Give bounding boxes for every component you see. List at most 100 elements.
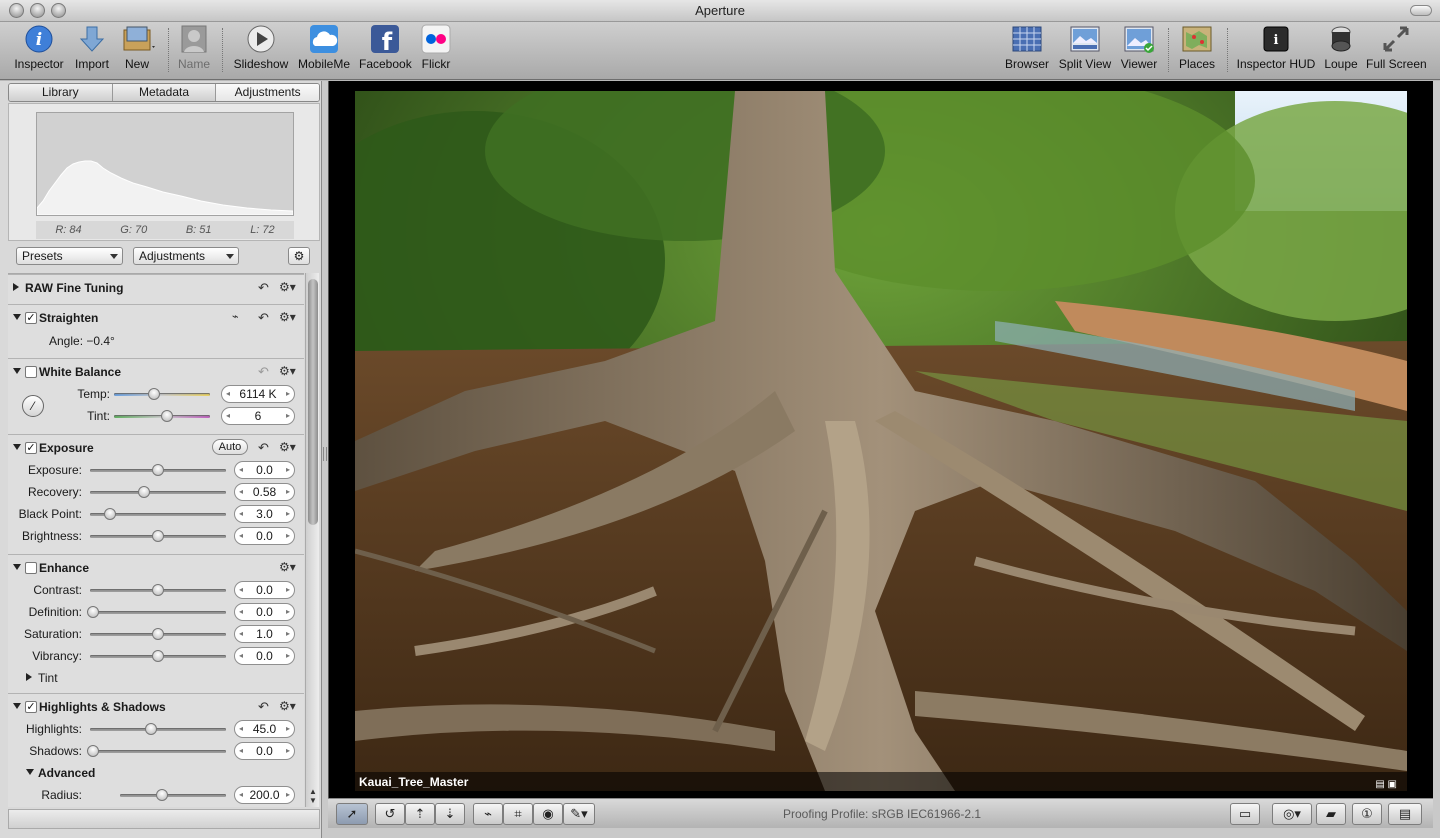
value-field[interactable]: ◂ 0.0 ▸: [234, 581, 295, 599]
inspector-button[interactable]: i Inspector: [14, 24, 64, 71]
browser-button[interactable]: Browser: [1005, 24, 1049, 71]
adjustment-slider[interactable]: [86, 606, 226, 618]
presets-popup[interactable]: Presets: [16, 247, 123, 265]
brush-tool-button[interactable]: ✎▾: [563, 803, 595, 825]
lift-tool-button[interactable]: ⇡: [405, 803, 435, 825]
disclosure-triangle-icon[interactable]: [13, 368, 21, 374]
adjustments-popup[interactable]: Adjustments: [133, 247, 239, 265]
metadata-overlay-button[interactable]: ▰: [1316, 803, 1346, 825]
adjustment-slider[interactable]: [90, 486, 226, 498]
adjustment-slider[interactable]: [90, 464, 226, 476]
adjustment-slider[interactable]: [90, 723, 226, 735]
gear-icon[interactable]: ⚙▾: [279, 310, 296, 324]
advanced-disclosure[interactable]: Advanced: [8, 762, 304, 784]
inspector-hud-button[interactable]: i Inspector HUD: [1236, 24, 1316, 71]
straighten-checkbox[interactable]: ✓: [25, 312, 37, 324]
adjustments-scrollbar[interactable]: ▲ ▼: [305, 273, 319, 807]
white-balance-checkbox[interactable]: [25, 366, 37, 378]
crop-tool-button[interactable]: ⌗: [503, 803, 533, 825]
tab-library[interactable]: Library: [9, 84, 113, 101]
temp-slider[interactable]: [114, 388, 210, 400]
filmstrip-toggle-button[interactable]: ▭: [1230, 803, 1260, 825]
tint-value-field[interactable]: ◂ 6 ▸: [221, 407, 295, 425]
scrollbar-thumb[interactable]: [308, 279, 318, 525]
value-field[interactable]: ◂ 45.0 ▸: [234, 720, 295, 738]
slider-knob[interactable]: [152, 464, 164, 476]
slider-knob[interactable]: [152, 530, 164, 542]
gear-icon[interactable]: ⚙: [288, 247, 310, 265]
revert-icon[interactable]: ↶: [258, 440, 269, 456]
slider-knob[interactable]: [138, 486, 151, 498]
value-field[interactable]: ◂ 0.0 ▸: [234, 461, 295, 479]
gear-icon[interactable]: ⚙▾: [279, 699, 296, 713]
value-field[interactable]: ◂ 1.0 ▸: [234, 625, 295, 643]
disclosure-triangle-icon[interactable]: [13, 444, 21, 450]
viewer-button[interactable]: Viewer: [1120, 24, 1158, 71]
revert-icon[interactable]: ↶: [258, 364, 269, 380]
import-button[interactable]: Import: [72, 24, 112, 71]
name-faces-button[interactable]: Name: [176, 24, 212, 71]
photo[interactable]: [355, 91, 1407, 791]
auto-exposure-button[interactable]: Auto: [212, 439, 248, 455]
image-viewer[interactable]: Kauai_Tree_Master ▤ ▣: [328, 81, 1433, 798]
adjustment-slider[interactable]: [90, 628, 226, 640]
slider-knob[interactable]: [152, 650, 164, 662]
viewer-mode-button[interactable]: ▤: [1388, 803, 1422, 825]
exposure-checkbox[interactable]: ✓: [25, 442, 37, 454]
adjustment-slider[interactable]: [90, 650, 226, 662]
flickr-button[interactable]: Flickr: [419, 24, 453, 71]
red-eye-tool-button[interactable]: ◉: [533, 803, 563, 825]
stamp-tool-button[interactable]: ⇣: [435, 803, 465, 825]
scroll-arrows-icon[interactable]: ▲ ▼: [307, 787, 319, 805]
disclosure-triangle-icon[interactable]: [13, 314, 21, 320]
disclosure-triangle-icon[interactable]: [13, 703, 21, 709]
value-field[interactable]: ◂ 3.0 ▸: [234, 505, 295, 523]
primary-only-button[interactable]: ①: [1352, 803, 1382, 825]
enhance-checkbox[interactable]: [25, 562, 37, 574]
straighten-tool-icon[interactable]: ⌁: [232, 310, 239, 323]
revert-icon[interactable]: ↶: [258, 280, 269, 296]
disclosure-triangle-icon[interactable]: [13, 283, 19, 291]
adjustment-slider[interactable]: [90, 584, 226, 596]
full-screen-button[interactable]: Full Screen: [1366, 24, 1427, 71]
revert-icon[interactable]: ↶: [258, 310, 269, 326]
slider-knob[interactable]: [86, 745, 99, 757]
slider-knob[interactable]: [152, 584, 164, 596]
revert-icon[interactable]: ↶: [258, 699, 269, 715]
highlights-shadows-checkbox[interactable]: ✓: [25, 701, 37, 713]
toolbar-toggle-button[interactable]: [1410, 5, 1432, 16]
slider-knob[interactable]: [148, 388, 161, 400]
value-field[interactable]: ◂ 0.0 ▸: [234, 742, 295, 760]
temp-value-field[interactable]: ◂ 6114 K ▸: [221, 385, 295, 403]
slider-knob[interactable]: [104, 508, 117, 520]
new-button[interactable]: New: [118, 24, 156, 71]
gear-icon[interactable]: ⚙▾: [279, 280, 296, 294]
slider-knob[interactable]: [86, 606, 99, 618]
facebook-button[interactable]: f Facebook: [359, 24, 412, 71]
slider-knob[interactable]: [156, 789, 169, 801]
disclosure-triangle-icon[interactable]: [26, 673, 32, 681]
radius-value-field[interactable]: ◂ 200.0 ▸: [234, 786, 295, 804]
view-options-button[interactable]: ◎▾: [1272, 803, 1312, 825]
tab-metadata[interactable]: Metadata: [112, 84, 217, 101]
rotate-left-button[interactable]: ↺: [375, 803, 405, 825]
gear-icon[interactable]: ⚙▾: [279, 364, 296, 378]
tint-slider[interactable]: [114, 410, 210, 422]
mobileme-button[interactable]: MobileMe: [297, 24, 351, 71]
enhance-tint-disclosure[interactable]: Tint: [8, 667, 304, 689]
value-field[interactable]: ◂ 0.0 ▸: [234, 603, 295, 621]
splitter-handle-icon[interactable]: [323, 447, 327, 461]
slider-knob[interactable]: [152, 628, 164, 640]
gear-icon[interactable]: ⚙▾: [279, 440, 296, 454]
slider-knob[interactable]: [160, 410, 173, 422]
slideshow-button[interactable]: Slideshow: [233, 24, 289, 71]
value-field[interactable]: ◂ 0.0 ▸: [234, 647, 295, 665]
slider-knob[interactable]: [145, 723, 158, 735]
gear-icon[interactable]: ⚙▾: [279, 560, 296, 574]
places-button[interactable]: Places: [1178, 24, 1216, 71]
adjustment-slider[interactable]: [90, 530, 226, 542]
adjustment-slider[interactable]: [86, 745, 226, 757]
radius-slider[interactable]: [120, 789, 226, 801]
straighten-tool-button[interactable]: ⌁: [473, 803, 503, 825]
adjustment-slider[interactable]: [90, 508, 226, 520]
